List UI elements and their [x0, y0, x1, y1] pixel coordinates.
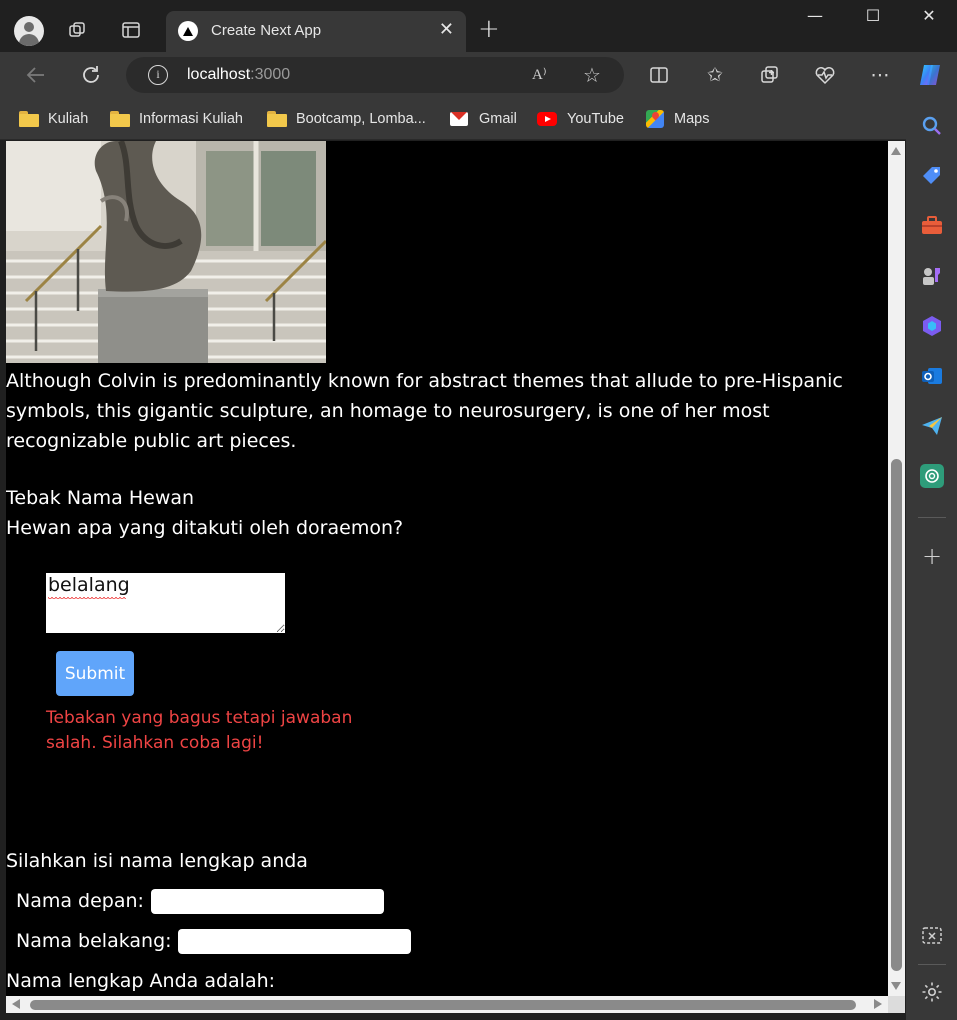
- spellcheck-underline: [48, 597, 126, 601]
- bookmark-gmail[interactable]: Gmail: [450, 109, 517, 129]
- bookmark-youtube[interactable]: YouTube: [537, 109, 624, 129]
- browser-window: Create Next App ✕ + — ☐ ✕ i localhost:30…: [0, 0, 957, 1020]
- horizontal-scroll-thumb[interactable]: [30, 1000, 856, 1010]
- sidebar-divider: [918, 517, 946, 518]
- navigation-toolbar: i localhost:3000 A⁾ ☆ ✩ ⋯: [0, 52, 957, 98]
- submit-button[interactable]: Submit: [56, 651, 134, 696]
- error-message: Tebakan yang bagus tetapi jawaban salah.…: [46, 708, 353, 753]
- youtube-icon: [537, 112, 557, 126]
- maps-icon: [646, 110, 664, 128]
- vertical-scroll-thumb[interactable]: [891, 459, 902, 971]
- sculpture-image: [6, 141, 326, 363]
- favorite-star-icon[interactable]: ☆: [583, 63, 601, 87]
- sculpture-description: Although Colvin is predominantly known f…: [6, 370, 843, 452]
- add-sidebar-app-icon[interactable]: +: [920, 544, 944, 569]
- games-chess-icon[interactable]: [920, 264, 944, 288]
- browser-essentials-icon[interactable]: [810, 60, 840, 90]
- bookmark-informasi-kuliah[interactable]: Informasi Kuliah: [110, 109, 243, 129]
- close-window-icon[interactable]: ✕: [914, 6, 944, 25]
- new-tab-icon[interactable]: +: [478, 14, 500, 44]
- edge-sidebar: +: [906, 98, 957, 1020]
- scroll-up-arrow-icon[interactable]: [891, 147, 901, 155]
- vertical-tabs-icon[interactable]: [115, 14, 147, 46]
- profile-avatar[interactable]: [14, 16, 44, 46]
- copilot-sidebar-icon[interactable]: [920, 314, 944, 338]
- folder-icon: [19, 111, 39, 127]
- bookmark-maps[interactable]: Maps: [646, 109, 709, 129]
- nextjs-favicon-icon: [178, 21, 198, 41]
- quiz-question: Hewan apa yang ditakuti oleh doraemon?: [6, 517, 404, 539]
- horizontal-scrollbar[interactable]: [6, 996, 888, 1013]
- read-aloud-icon[interactable]: A⁾: [532, 65, 547, 84]
- vertical-scrollbar[interactable]: [888, 141, 905, 996]
- bookmark-bootcamp[interactable]: Bootcamp, Lomba...: [267, 109, 426, 129]
- bookmarks-bar: Kuliah Informasi Kuliah Bootcamp, Lomba.…: [0, 98, 957, 140]
- close-tab-icon[interactable]: ✕: [439, 19, 454, 40]
- site-info-icon[interactable]: i: [148, 65, 168, 85]
- split-screen-icon[interactable]: [644, 60, 674, 90]
- send-telegram-icon[interactable]: [920, 414, 944, 438]
- folder-icon: [267, 111, 287, 127]
- tab-active[interactable]: Create Next App ✕: [166, 11, 466, 52]
- answer-textarea[interactable]: belalang: [46, 573, 285, 633]
- minimize-icon[interactable]: —: [800, 6, 830, 25]
- copilot-icon[interactable]: [915, 60, 945, 90]
- quiz-title: Tebak Nama Hewan: [6, 487, 195, 509]
- form-heading: Silahkan isi nama lengkap anda: [6, 850, 308, 872]
- tab-bar: Create Next App ✕ + — ☐ ✕: [0, 0, 957, 52]
- screenshot-icon[interactable]: [920, 924, 944, 948]
- folder-icon: [110, 111, 130, 127]
- scroll-right-arrow-icon[interactable]: [874, 999, 882, 1009]
- workspaces-icon[interactable]: [62, 14, 94, 46]
- more-options-icon[interactable]: ⋯: [865, 60, 895, 90]
- favorites-icon[interactable]: ✩: [700, 60, 730, 90]
- scrollbar-corner: [888, 996, 905, 1013]
- bookmark-kuliah[interactable]: Kuliah: [19, 109, 88, 129]
- back-icon[interactable]: [21, 60, 51, 90]
- search-icon[interactable]: [920, 114, 944, 138]
- address-bar[interactable]: i localhost:3000 A⁾ ☆: [126, 57, 624, 93]
- refresh-icon[interactable]: [76, 60, 106, 90]
- sidebar-divider-bottom: [918, 964, 946, 965]
- full-name-result-label: Nama lengkap Anda adalah:: [6, 970, 276, 992]
- outlook-icon[interactable]: [920, 364, 944, 388]
- first-name-input[interactable]: [151, 889, 384, 914]
- gmail-icon: [450, 112, 468, 126]
- settings-gear-icon[interactable]: [920, 980, 944, 1004]
- shopping-tag-icon[interactable]: [920, 164, 944, 188]
- page-viewport: Although Colvin is predominantly known f…: [6, 141, 888, 996]
- scroll-down-arrow-icon[interactable]: [891, 982, 901, 990]
- scroll-left-arrow-icon[interactable]: [12, 999, 20, 1009]
- tab-title: Create Next App: [211, 22, 322, 39]
- url-text[interactable]: localhost:3000: [187, 66, 290, 84]
- last-name-label: Nama belakang:: [16, 930, 172, 952]
- first-name-label: Nama depan:: [16, 890, 144, 912]
- chatgpt-icon[interactable]: [920, 464, 944, 488]
- last-name-input[interactable]: [178, 929, 411, 954]
- maximize-icon[interactable]: ☐: [858, 6, 888, 25]
- collections-icon[interactable]: [755, 60, 785, 90]
- tools-briefcase-icon[interactable]: [920, 214, 944, 238]
